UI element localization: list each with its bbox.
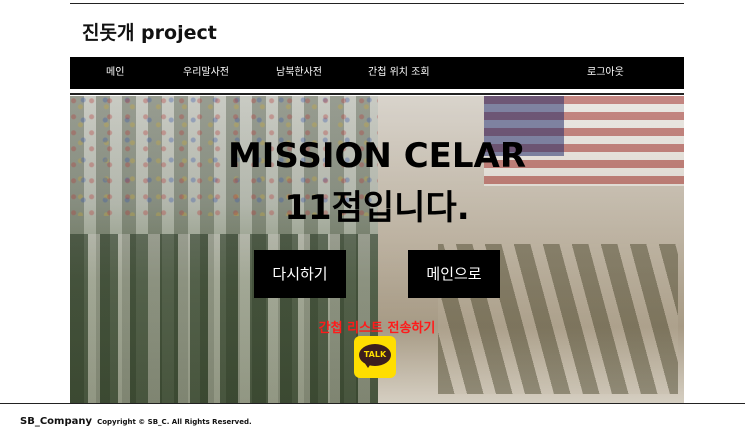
go-main-button[interactable]: 메인으로 — [408, 250, 500, 298]
top-rule — [70, 3, 684, 4]
footer: SB_Company Copyright © SB_C. All Rights … — [20, 409, 252, 428]
nav-item-north-south-dictionary[interactable]: 남북한사전 — [276, 57, 322, 89]
nav-item-main[interactable]: 메인 — [106, 57, 124, 89]
site-title[interactable]: 진돗개 project — [82, 18, 217, 45]
result-hero: MISSION CELAR 11점입니다. 다시하기 메인으로 간첩 리스트 전… — [70, 96, 684, 404]
nav-item-spy-location[interactable]: 간첩 위치 조회 — [368, 57, 430, 89]
score-text: 11점입니다. — [284, 188, 470, 228]
send-spy-list-link[interactable]: 간첩 리스트 전송하기 — [70, 317, 684, 336]
footer-copyright: Copyright © SB_C. All Rights Reserved. — [97, 418, 252, 426]
main-navbar: 메인 우리말사전 남북한사전 간첩 위치 조회 로그아웃 — [70, 57, 684, 89]
retry-button[interactable]: 다시하기 — [254, 250, 346, 298]
mission-result-heading: MISSION CELAR — [227, 136, 527, 176]
footer-brand: SB_Company — [20, 416, 92, 427]
nav-divider — [70, 93, 684, 95]
footer-rule — [0, 403, 745, 404]
nav-item-logout[interactable]: 로그아웃 — [587, 57, 624, 89]
kakao-talk-share-button[interactable]: TALK — [354, 336, 396, 378]
nav-item-korean-dictionary[interactable]: 우리말사전 — [183, 57, 229, 89]
kakao-talk-label: TALK — [363, 350, 387, 359]
